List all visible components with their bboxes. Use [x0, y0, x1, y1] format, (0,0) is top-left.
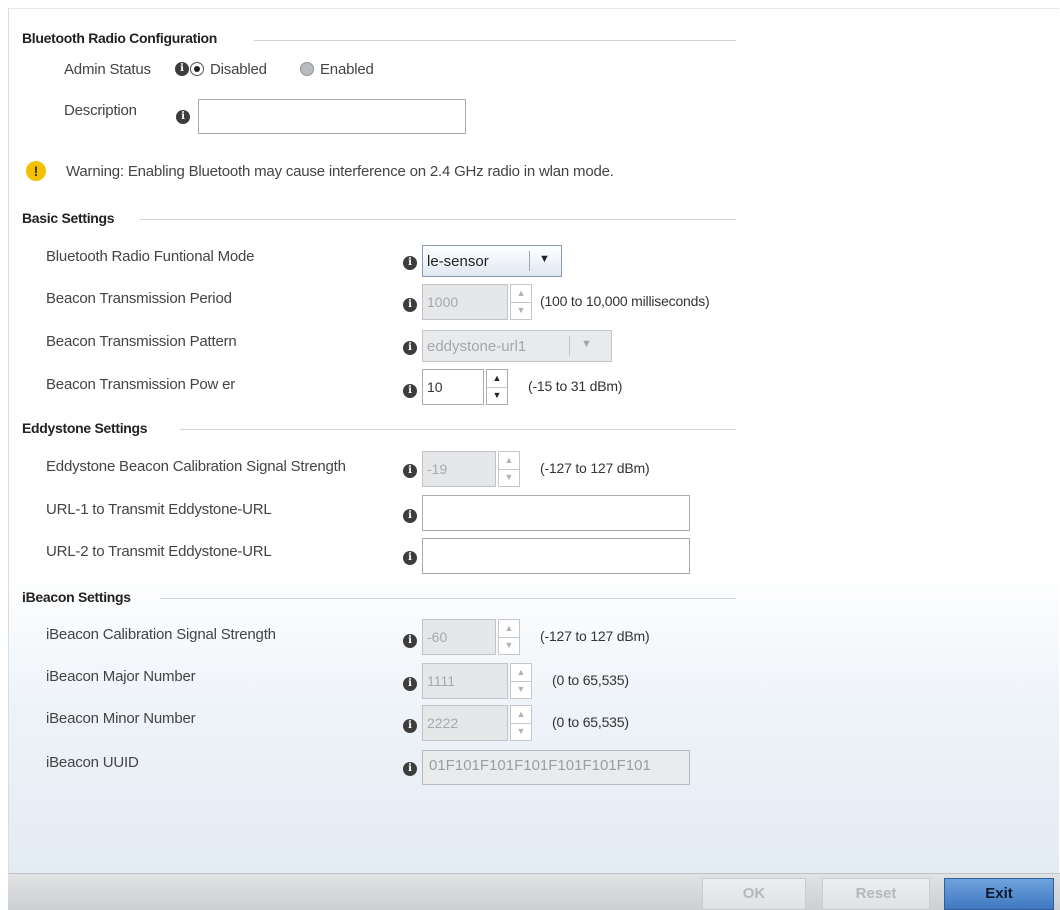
- arrow-up-icon[interactable]: ▲: [487, 370, 507, 388]
- section-divider: [180, 429, 736, 430]
- warning-text: Warning: Enabling Bluetooth may cause in…: [66, 163, 614, 180]
- tx-period-label: Beacon Transmission Period: [46, 290, 232, 307]
- url1-label: URL-1 to Transmit Eddystone-URL: [46, 501, 272, 518]
- section-title-bluetooth-radio: Bluetooth Radio Configuration: [22, 30, 218, 46]
- arrow-down-icon[interactable]: ▼: [499, 637, 519, 654]
- section-divider: [140, 219, 736, 220]
- admin-status-label: Admin Status: [64, 61, 151, 78]
- tx-pattern-label: Beacon Transmission Pattern: [46, 333, 237, 350]
- info-icon: i: [403, 298, 417, 312]
- eddystone-calibration-hint: (-127 to 127 dBm): [540, 460, 650, 476]
- description-label: Description: [64, 102, 137, 119]
- info-icon: i: [403, 509, 417, 523]
- info-icon: i: [175, 62, 189, 76]
- arrow-up-icon[interactable]: ▲: [511, 706, 531, 724]
- chevron-down-icon: ▼: [539, 253, 550, 265]
- ibeacon-calibration-input[interactable]: -60: [422, 619, 496, 655]
- ibeacon-uuid-label: iBeacon UUID: [46, 754, 139, 771]
- info-icon: i: [403, 256, 417, 270]
- eddystone-calibration-stepper[interactable]: ▲ ▼: [498, 451, 520, 487]
- ibeacon-minor-hint: (0 to 65,535): [552, 714, 629, 730]
- tx-pattern-value: eddystone-url1: [427, 338, 527, 355]
- url1-input[interactable]: [422, 495, 690, 531]
- description-input[interactable]: [198, 99, 466, 134]
- info-icon: i: [403, 464, 417, 478]
- info-icon: i: [176, 110, 190, 124]
- info-icon: i: [403, 341, 417, 355]
- tx-period-stepper[interactable]: ▲ ▼: [510, 284, 532, 320]
- admin-status-enabled-radio[interactable]: [300, 62, 314, 76]
- tx-power-input[interactable]: 10: [422, 369, 484, 405]
- arrow-up-icon[interactable]: ▲: [499, 620, 519, 638]
- arrow-up-icon[interactable]: ▲: [511, 664, 531, 682]
- info-icon: i: [403, 551, 417, 565]
- info-icon: i: [403, 634, 417, 648]
- ibeacon-major-label: iBeacon Major Number: [46, 668, 196, 685]
- tx-power-stepper[interactable]: ▲ ▼: [486, 369, 508, 405]
- footer-bar: OK Reset Exit: [8, 873, 1060, 910]
- admin-status-disabled-label: Disabled: [210, 61, 267, 78]
- section-divider: [254, 40, 736, 41]
- section-title-ibeacon: iBeacon Settings: [22, 589, 131, 605]
- chevron-down-icon: ▼: [581, 338, 592, 350]
- ibeacon-major-input[interactable]: 1111: [422, 663, 508, 699]
- admin-status-disabled-radio[interactable]: [190, 62, 204, 76]
- tx-power-hint: (-15 to 31 dBm): [528, 378, 623, 394]
- eddystone-calibration-input[interactable]: -19: [422, 451, 496, 487]
- functional-mode-value: le-sensor: [427, 253, 489, 270]
- eddystone-calibration-label: Eddystone Beacon Calibration Signal Stre…: [46, 458, 346, 475]
- info-icon: i: [403, 762, 417, 776]
- section-divider: [160, 598, 736, 599]
- info-icon: i: [403, 719, 417, 733]
- reset-button[interactable]: Reset: [822, 878, 930, 910]
- functional-mode-select[interactable]: le-sensor ▼: [422, 245, 562, 277]
- tx-power-label: Beacon Transmission Pow er: [46, 376, 236, 393]
- url2-label: URL-2 to Transmit Eddystone-URL: [46, 543, 272, 560]
- select-divider: [529, 251, 530, 271]
- functional-mode-label: Bluetooth Radio Funtional Mode: [46, 248, 255, 265]
- bluetooth-config-panel: [8, 8, 1059, 874]
- arrow-down-icon[interactable]: ▼: [511, 681, 531, 698]
- tx-period-input[interactable]: 1000: [422, 284, 508, 320]
- ibeacon-minor-label: iBeacon Minor Number: [46, 710, 196, 727]
- ibeacon-uuid-input[interactable]: 01F101F101F101F101F101F101: [422, 750, 690, 785]
- ibeacon-calibration-hint: (-127 to 127 dBm): [540, 628, 650, 644]
- arrow-down-icon[interactable]: ▼: [511, 302, 531, 319]
- url2-input[interactable]: [422, 538, 690, 574]
- arrow-down-icon[interactable]: ▼: [487, 387, 507, 404]
- arrow-down-icon[interactable]: ▼: [499, 469, 519, 486]
- info-icon: i: [403, 677, 417, 691]
- section-title-eddystone: Eddystone Settings: [22, 420, 148, 436]
- info-icon: i: [403, 384, 417, 398]
- ibeacon-major-hint: (0 to 65,535): [552, 672, 629, 688]
- ibeacon-minor-stepper[interactable]: ▲ ▼: [510, 705, 532, 741]
- ibeacon-calibration-stepper[interactable]: ▲ ▼: [498, 619, 520, 655]
- admin-status-enabled-label: Enabled: [320, 61, 374, 78]
- ok-button[interactable]: OK: [702, 878, 806, 910]
- tx-period-hint: (100 to 10,000 milliseconds): [540, 293, 710, 309]
- ibeacon-calibration-label: iBeacon Calibration Signal Strength: [46, 626, 276, 643]
- ibeacon-minor-input[interactable]: 2222: [422, 705, 508, 741]
- exit-button[interactable]: Exit: [944, 878, 1054, 910]
- arrow-up-icon[interactable]: ▲: [511, 285, 531, 303]
- select-divider: [569, 336, 570, 356]
- warning-icon: !: [26, 161, 46, 181]
- arrow-down-icon[interactable]: ▼: [511, 723, 531, 740]
- ibeacon-major-stepper[interactable]: ▲ ▼: [510, 663, 532, 699]
- tx-pattern-select[interactable]: eddystone-url1 ▼: [422, 330, 612, 362]
- section-title-basic: Basic Settings: [22, 210, 115, 226]
- arrow-up-icon[interactable]: ▲: [499, 452, 519, 470]
